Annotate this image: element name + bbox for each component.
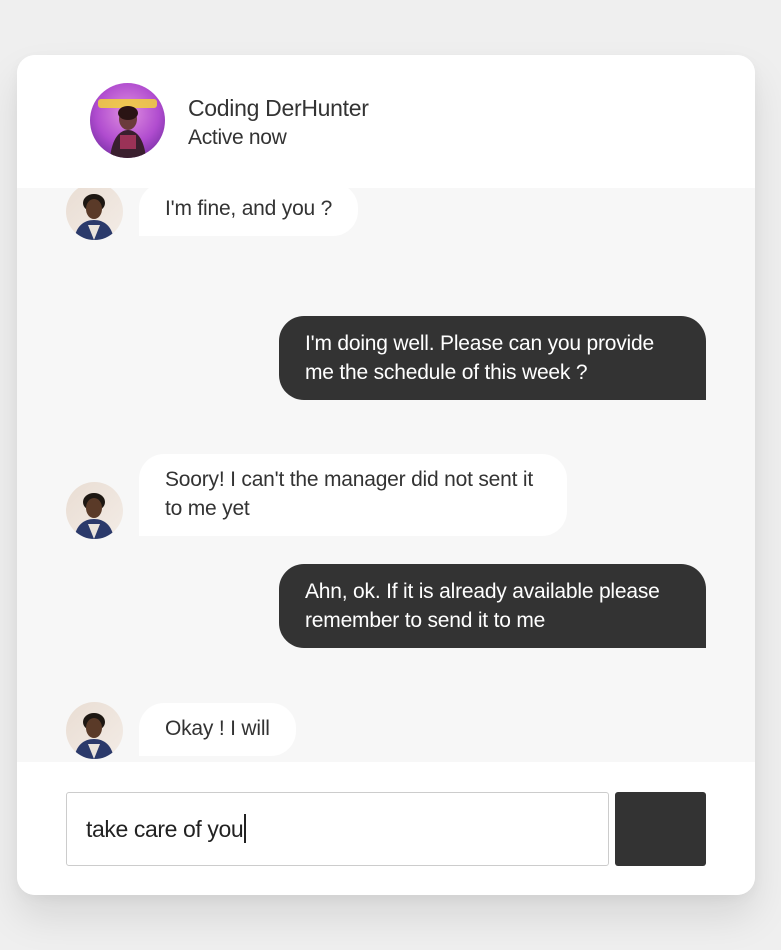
- avatar-photo-icon: [66, 702, 123, 759]
- message-composer: take care of you: [17, 762, 755, 895]
- contact-avatar: [66, 188, 123, 240]
- message-input-value: take care of you: [86, 816, 244, 842]
- chat-window: Coding DerHunter Active now I'm fine, an…: [17, 55, 755, 895]
- outgoing-message: I'm doing well. Please can you provide m…: [279, 316, 706, 400]
- outgoing-message: Ahn, ok. If it is already available plea…: [279, 564, 706, 648]
- contact-name: Coding DerHunter: [188, 95, 369, 121]
- profile-photo-icon: [90, 83, 165, 158]
- incoming-message: Soory! I can't the manager did not sent …: [139, 454, 567, 536]
- text-caret: [244, 814, 247, 843]
- avatar-photo-icon: [66, 482, 123, 539]
- chat-header: Coding DerHunter Active now: [17, 55, 755, 188]
- contact-status: Active now: [188, 126, 287, 149]
- send-button[interactable]: [615, 792, 706, 866]
- message-input[interactable]: take care of you: [66, 792, 609, 866]
- contact-avatar[interactable]: [90, 83, 165, 158]
- message-list[interactable]: I'm fine, and you ? I'm doing well. Plea…: [17, 188, 755, 762]
- incoming-message: I'm fine, and you ?: [139, 188, 359, 236]
- incoming-message: Okay ! I will: [139, 703, 296, 756]
- contact-avatar: [66, 702, 123, 759]
- avatar-photo-icon: [66, 188, 123, 240]
- contact-avatar: [66, 482, 123, 539]
